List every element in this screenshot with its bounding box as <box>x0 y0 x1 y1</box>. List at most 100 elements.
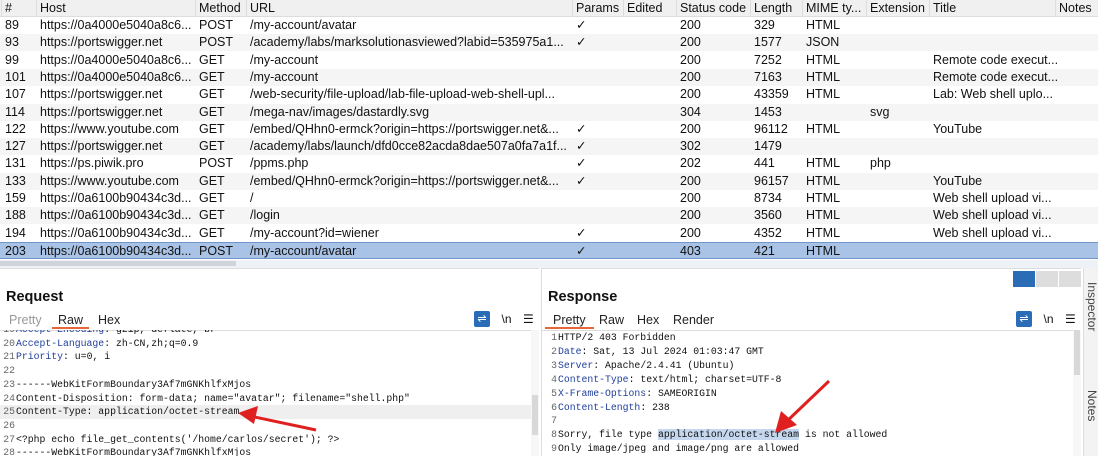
request-editor[interactable]: 19Accept-Encoding: gzip, deflate, br20Ac… <box>0 330 531 456</box>
table-row[interactable]: 194 https://0a6100b90434c3d... GET/my-acco… <box>0 225 1098 242</box>
table-row[interactable]: 127 https://portswigger.net GET/academy/la… <box>0 138 1098 156</box>
column-header[interactable]: Length <box>750 0 806 17</box>
column-header[interactable]: Extension <box>866 0 932 17</box>
table-cell: HTML <box>806 52 841 67</box>
line-number: 27 <box>3 433 15 445</box>
code-line: 1HTTP/2 403 Forbidden <box>542 331 1073 345</box>
layout-switcher <box>1012 271 1081 287</box>
table-cell: 200 <box>680 121 701 136</box>
table-cell: HTML <box>806 225 841 240</box>
column-header[interactable]: Method <box>195 0 249 17</box>
line-number: 3 <box>551 359 557 371</box>
header-name: Priority <box>16 351 64 363</box>
table-row[interactable]: 114 https://portswigger.net GET/mega-nav/i… <box>0 103 1098 121</box>
http-history-table[interactable]: # Host Method URL Params Edited Status code Len… <box>0 0 1098 260</box>
response-scrollbar[interactable] <box>1073 330 1081 456</box>
line-number: 22 <box>3 365 15 377</box>
table-cell: /my-account <box>250 52 319 67</box>
tab-pretty[interactable]: Pretty <box>545 313 594 329</box>
code-line: 3Server: Apache/2.4.41 (Ubuntu) <box>542 359 1073 373</box>
column-header[interactable]: # <box>1 0 40 17</box>
table-cell: 159 <box>5 191 26 205</box>
inspector-tab[interactable]: Inspector <box>1085 282 1098 331</box>
menu-icon[interactable]: ☰ <box>523 312 534 326</box>
menu-icon[interactable]: ☰ <box>1065 312 1076 326</box>
table-cell: 200 <box>680 191 701 205</box>
line-text: HTTP/2 403 Forbidden <box>558 332 676 343</box>
tab-raw[interactable]: Raw <box>599 313 624 327</box>
response-title: Response <box>548 289 618 305</box>
table-cell: /my-account/avatar <box>250 18 357 32</box>
table-cell: 99 <box>5 52 19 67</box>
column-header[interactable]: Params <box>572 0 626 17</box>
word-wrap-icon[interactable]: ⇌ <box>474 311 490 327</box>
column-header[interactable]: Edited <box>623 0 679 17</box>
table-cell: ✓ <box>576 225 587 240</box>
layout-side-by-side-icon[interactable] <box>1013 271 1035 287</box>
response-tabs: Pretty Raw Hex Render <box>542 311 1081 331</box>
request-scrollbar[interactable] <box>531 330 539 456</box>
table-cell: 7163 <box>754 69 782 84</box>
column-header[interactable]: Status code <box>676 0 754 17</box>
header-name: Accept-Encoding <box>16 330 104 335</box>
table-cell: ✓ <box>576 18 587 32</box>
table-row[interactable]: 133 https://www.youtube.com GET/embed/QHhn… <box>0 172 1098 190</box>
code-line: 25Content-Type: application/octet-stream <box>0 405 531 420</box>
line-number: 24 <box>3 392 15 404</box>
table-row[interactable]: 188 https://0a6100b90434c3d... GET/login 20… <box>0 207 1098 225</box>
table-row[interactable]: 203 https://0a6100b90434c3d... POST/my-acc… <box>0 241 1098 259</box>
tab-hex[interactable]: Hex <box>98 313 120 327</box>
tab-render[interactable]: Render <box>673 313 714 327</box>
table-cell: HTML <box>806 87 841 102</box>
line-text: : SAMEORIGIN <box>646 387 717 399</box>
table-cell: https://0a6100b90434c3d... <box>40 243 192 258</box>
table-row[interactable]: 159 https://0a6100b90434c3d... GET / 200 8734… <box>0 190 1098 207</box>
header-name: Accept-Language <box>16 337 105 349</box>
table-cell: Remote code execut... <box>933 52 1059 67</box>
table-cell: 1577 <box>754 35 782 50</box>
scrollbar-thumb[interactable] <box>0 261 236 266</box>
table-row[interactable]: 89 https://0a4000e5040a8c6... POST/my-acco… <box>0 17 1098 34</box>
line-text: : zh-CN,zh;q=0.9 <box>104 337 199 349</box>
newline-toggle[interactable]: \n <box>1043 312 1053 326</box>
table-row[interactable]: 101 https://0a4000e5040a8c6... GET/my-acco… <box>0 68 1098 86</box>
line-text: <?php echo file_get_contents('/home/carl… <box>16 433 340 445</box>
line-text: : u=0, i <box>63 351 111 363</box>
table-cell: GET <box>199 139 225 154</box>
word-wrap-icon[interactable]: ⇌ <box>1016 311 1032 327</box>
table-row[interactable]: 99 https://0a4000e5040a8c6... GET/my-accou… <box>0 52 1098 69</box>
layout-stacked-icon[interactable] <box>1036 271 1058 287</box>
tab-pretty[interactable]: Pretty <box>9 313 42 327</box>
table-header[interactable]: # Host Method URL Params Edited Status code Len… <box>0 0 1098 17</box>
column-header[interactable]: MIME ty... <box>802 0 870 17</box>
horizontal-scrollbar[interactable] <box>0 260 1098 268</box>
table-cell: 8734 <box>754 191 782 205</box>
layout-single-icon[interactable] <box>1059 271 1081 287</box>
response-pane: Response Pretty Raw Hex Render ⇌ \n ☰ 1H… <box>541 268 1081 456</box>
tab-hex[interactable]: Hex <box>637 313 659 327</box>
line-text: ------WebKitFormBoundary3Af7mGNKhlfxMjos <box>16 378 252 390</box>
table-cell: GET <box>199 52 225 67</box>
tab-raw[interactable]: Raw <box>52 313 90 329</box>
column-header[interactable]: Title <box>929 0 1059 17</box>
code-line: 7 <box>542 414 1073 428</box>
table-row[interactable]: 122 https://www.youtube.com GET/embed/QHhn… <box>0 121 1098 138</box>
table-row[interactable]: 107 https://portswigger.net GET/web-securi… <box>0 86 1098 103</box>
line-number: 2 <box>551 345 557 357</box>
table-cell: GET <box>199 87 225 102</box>
column-header[interactable]: Host <box>36 0 198 17</box>
newline-toggle[interactable]: \n <box>501 312 511 326</box>
column-header[interactable]: Notes <box>1055 0 1098 17</box>
table-cell: /mega-nav/images/dastardly.svg <box>250 104 430 119</box>
header-name: Date <box>558 345 582 357</box>
table-cell: ✓ <box>576 243 587 258</box>
table-cell: /academy/labs/marksolutionasviewed?labid… <box>250 35 564 50</box>
notes-tab[interactable]: Notes <box>1085 390 1098 421</box>
table-row[interactable]: 131 https://ps.piwik.pro POST/ppms.php ✓ 202… <box>0 155 1098 172</box>
line-number: 23 <box>3 378 15 390</box>
table-cell: 200 <box>680 69 701 84</box>
table-row[interactable]: 93 https://portswigger.net POST/academy/la… <box>0 34 1098 52</box>
table-cell: GET <box>199 69 225 84</box>
response-editor[interactable]: 1HTTP/2 403 Forbidden 2Date: Sat, 13 Jul … <box>542 330 1073 456</box>
column-header[interactable]: URL <box>246 0 572 17</box>
